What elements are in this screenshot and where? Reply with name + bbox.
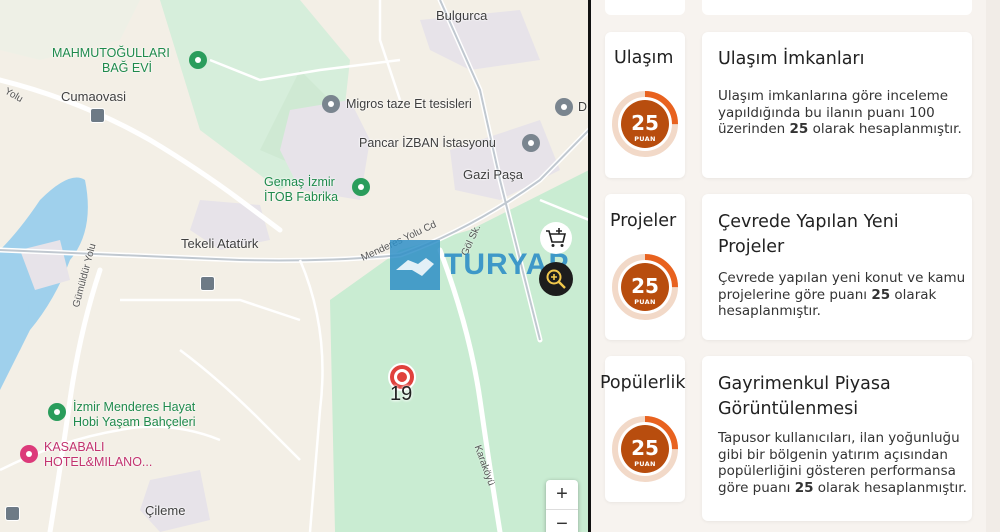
bus-stop-icon[interactable] — [90, 108, 105, 123]
place-mahmutogullari-line1: MAHMUTOĞULLARI — [52, 46, 170, 60]
card-description: Ulaşım imkanlarına göre inceleme yapıldı… — [718, 88, 968, 138]
place-kasabali-line2: HOTEL&MILANO... — [44, 455, 153, 469]
zoom-out-button[interactable]: − — [546, 510, 578, 532]
factory-icon[interactable] — [352, 178, 370, 196]
park-icon[interactable] — [189, 51, 207, 69]
card-title: Ulaşım İmkanları — [718, 49, 865, 69]
marker-number: 19 — [390, 383, 413, 405]
card-title: Gayrimenkul Piyasa Görüntülenmesi — [718, 374, 891, 419]
place-migros: Migros taze Et tesisleri — [346, 97, 472, 111]
cart-add-button[interactable] — [540, 222, 572, 254]
place-mahmutogullari-line2: BAĞ EVİ — [102, 61, 153, 75]
panel-scroll-gutter[interactable] — [986, 0, 1000, 532]
map-view[interactable]: Bulgurca MAHMUTOĞULLARI BAĞ EVİ Cumaovas… — [0, 0, 589, 532]
place-gemas-line1: Gemaş İzmir — [264, 175, 335, 189]
place-gazi-pasa: Gazi Paşa — [463, 167, 523, 182]
pin-icon[interactable] — [555, 98, 573, 116]
place-cileme: Çileme — [145, 503, 186, 518]
category-label: Projeler — [610, 211, 677, 231]
place-kasabali-line1: KASABALI — [44, 440, 105, 454]
score-unit: PUAN — [634, 135, 656, 143]
desc-text: olarak hesaplanmıştır. — [813, 479, 967, 496]
card-description: Tapusor kullanıcıları, ilan yoğunluğu gi… — [718, 430, 968, 496]
hotel-icon[interactable] — [20, 445, 38, 463]
bus-stop-icon[interactable] — [5, 506, 20, 521]
zoom-control: + − — [546, 480, 578, 532]
score-unit: PUAN — [634, 298, 656, 306]
zoom-in-icon — [546, 269, 566, 289]
cart-add-icon — [546, 228, 567, 247]
score-unit: PUAN — [634, 460, 656, 468]
handshake-logo-icon — [390, 240, 440, 290]
card-stub-left — [605, 0, 685, 15]
card-stub-right — [702, 0, 972, 15]
score-value: 25 — [631, 274, 659, 298]
desc-score: 25 — [794, 479, 814, 496]
zoom-in-button[interactable]: + — [546, 480, 578, 509]
score-gauge: 25 PUAN — [611, 90, 679, 158]
place-gemas-line2: İTOB Fabrika — [264, 190, 339, 204]
score-panel: Ulaşım 25 PUAN Ulaşım İmkanları Ulaşım im… — [591, 0, 1000, 532]
place-bulgurca: Bulgurca — [436, 8, 488, 23]
train-station-icon[interactable] — [522, 134, 540, 152]
score-gauge: 25 PUAN — [611, 415, 679, 483]
card-title: Çevrede Yapılan Yeni Projeler — [718, 212, 899, 257]
category-label: Ulaşım — [614, 48, 674, 68]
place-menderes-line2: Hobi Yaşam Bahçeleri — [73, 415, 196, 429]
score-value: 25 — [631, 111, 659, 135]
place-pancar: Pancar İZBAN İstasyonu — [359, 136, 496, 150]
zoom-search-button[interactable] — [539, 262, 573, 296]
pin-icon[interactable] — [322, 95, 340, 113]
score-value: 25 — [631, 436, 659, 460]
desc-score: 25 — [871, 286, 891, 303]
bus-stop-icon[interactable] — [200, 276, 215, 291]
desc-score: 25 — [789, 121, 809, 137]
place-cumaovasi: Cumaovasi — [61, 89, 127, 104]
desc-text: olarak hesaplanmıştır. — [808, 121, 962, 137]
card-description: Çevrede yapılan yeni konut ve kamu proje… — [718, 270, 968, 320]
score-gauge: 25 PUAN — [611, 253, 679, 321]
place-tekeli: Tekeli Atatürk — [181, 236, 259, 251]
place-d: D — [578, 100, 588, 114]
park-icon[interactable] — [48, 403, 66, 421]
listing-marker[interactable]: 19 — [388, 363, 416, 405]
place-menderes-line1: İzmir Menderes Hayat — [73, 400, 196, 414]
category-label: Popülerlik — [600, 373, 686, 393]
